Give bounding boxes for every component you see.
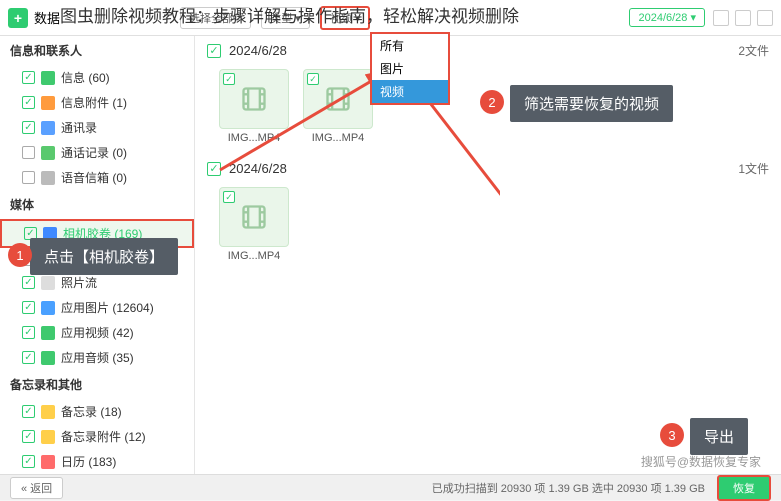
page-title-overlay: 图虫删除视频教程：步骤详解与操作指南，轻松解决视频删除 bbox=[60, 2, 519, 27]
app-logo-icon: + bbox=[8, 8, 28, 28]
sidebar-item-label: 信息附件 (1) bbox=[61, 94, 184, 111]
callout-step-2: 筛选需要恢复的视频 bbox=[510, 85, 673, 122]
checkbox-icon[interactable] bbox=[22, 146, 35, 159]
sidebar-item[interactable]: 信息 (60) bbox=[0, 65, 194, 90]
sidebar-item-label: 信息 (60) bbox=[61, 69, 184, 86]
date-label: 2024/6/28 bbox=[229, 43, 287, 58]
film-icon bbox=[240, 203, 268, 231]
file-count: 1文件 bbox=[738, 160, 769, 177]
category-icon bbox=[41, 351, 55, 365]
file-count: 2文件 bbox=[738, 42, 769, 59]
checkbox-icon[interactable] bbox=[22, 121, 35, 134]
arrow-2-icon bbox=[410, 80, 500, 460]
checkbox-icon[interactable] bbox=[22, 71, 35, 84]
checkbox-icon[interactable] bbox=[207, 44, 221, 58]
watermark: 搜狐号@数据恢复专家 bbox=[641, 453, 761, 470]
step-badge-2: 2 bbox=[480, 90, 504, 114]
sidebar-item[interactable]: 备忘录附件 (12) bbox=[0, 424, 194, 449]
filter-dropdown-menu: 所有 图片 视频 bbox=[370, 32, 450, 105]
sidebar-item-label: 日历 (183) bbox=[61, 453, 184, 470]
step-badge-1: 1 bbox=[8, 243, 32, 267]
checkbox-icon[interactable] bbox=[22, 171, 35, 184]
app-brand: 数据 bbox=[34, 8, 60, 27]
checkbox-icon[interactable] bbox=[22, 430, 35, 443]
sidebar-item-label: 应用音频 (35) bbox=[61, 349, 184, 366]
category-icon bbox=[41, 171, 55, 185]
sidebar-item-label: 备忘录附件 (12) bbox=[61, 428, 184, 445]
back-button[interactable]: « 返回 bbox=[10, 477, 63, 499]
thumb-filename: IMG...MP4 bbox=[219, 250, 289, 262]
filter-option-image[interactable]: 图片 bbox=[372, 57, 448, 80]
sidebar-item-label: 应用视频 (42) bbox=[61, 324, 184, 341]
callout-step-3: 导出 bbox=[690, 418, 748, 455]
category-icon bbox=[41, 301, 55, 315]
sidebar-section-media: 媒体 bbox=[0, 190, 194, 219]
category-icon bbox=[41, 430, 55, 444]
category-icon bbox=[41, 121, 55, 135]
category-icon bbox=[41, 405, 55, 419]
sidebar-item[interactable]: 备忘录 (18) bbox=[0, 399, 194, 424]
category-icon bbox=[41, 96, 55, 110]
category-icon bbox=[41, 276, 55, 290]
sidebar-item[interactable]: 应用视频 (42) bbox=[0, 320, 194, 345]
sidebar-item[interactable]: 通话记录 (0) bbox=[0, 140, 194, 165]
thumb-checkbox-icon[interactable] bbox=[223, 191, 235, 203]
checkbox-icon[interactable] bbox=[22, 351, 35, 364]
sidebar-item-label: 语音信箱 (0) bbox=[61, 169, 184, 186]
scan-status-text: 已成功扫描到 20930 项 1.39 GB 选中 20930 项 1.39 G… bbox=[432, 480, 705, 496]
step-badge-3: 3 bbox=[660, 423, 684, 447]
sidebar-item[interactable]: 应用图片 (12604) bbox=[0, 295, 194, 320]
checkbox-icon[interactable] bbox=[22, 276, 35, 289]
export-button[interactable]: 恢复 bbox=[717, 475, 771, 501]
sidebar-item-label: 照片流 bbox=[61, 274, 184, 291]
view-mode-icons[interactable] bbox=[713, 10, 773, 26]
sidebar-item-label: 备忘录 (18) bbox=[61, 403, 184, 420]
sidebar-item[interactable]: 信息附件 (1) bbox=[0, 90, 194, 115]
category-icon bbox=[41, 326, 55, 340]
footer-bar: « 返回 已成功扫描到 20930 项 1.39 GB 选中 20930 项 1… bbox=[0, 474, 781, 500]
sidebar-item[interactable]: 应用音频 (35) bbox=[0, 345, 194, 370]
callout-step-1: 点击【相机胶卷】 bbox=[30, 238, 178, 275]
video-thumbnail[interactable]: IMG...MP4 bbox=[219, 187, 289, 262]
sidebar-section-contacts: 信息和联系人 bbox=[0, 36, 194, 65]
sidebar-item[interactable]: 通讯录 bbox=[0, 115, 194, 140]
category-icon bbox=[41, 71, 55, 85]
category-icon bbox=[41, 455, 55, 469]
filter-option-all[interactable]: 所有 bbox=[372, 34, 448, 57]
sidebar-item-label: 通讯录 bbox=[61, 119, 184, 136]
checkbox-icon[interactable] bbox=[22, 455, 35, 468]
sidebar-section-other: 备忘录和其他 bbox=[0, 370, 194, 399]
sidebar-item-label: 应用图片 (12604) bbox=[61, 299, 184, 316]
checkbox-icon[interactable] bbox=[22, 326, 35, 339]
sidebar-item[interactable]: 语音信箱 (0) bbox=[0, 165, 194, 190]
sidebar-item-label: 通话记录 (0) bbox=[61, 144, 184, 161]
checkbox-icon[interactable] bbox=[22, 405, 35, 418]
sidebar-item[interactable]: 日历 (183) bbox=[0, 449, 194, 474]
filter-option-video[interactable]: 视频 bbox=[372, 80, 448, 103]
date-filter-dropdown[interactable]: 2024/6/28 ▾ bbox=[629, 8, 705, 27]
category-icon bbox=[41, 146, 55, 160]
checkbox-icon[interactable] bbox=[22, 96, 35, 109]
checkbox-icon[interactable] bbox=[22, 301, 35, 314]
